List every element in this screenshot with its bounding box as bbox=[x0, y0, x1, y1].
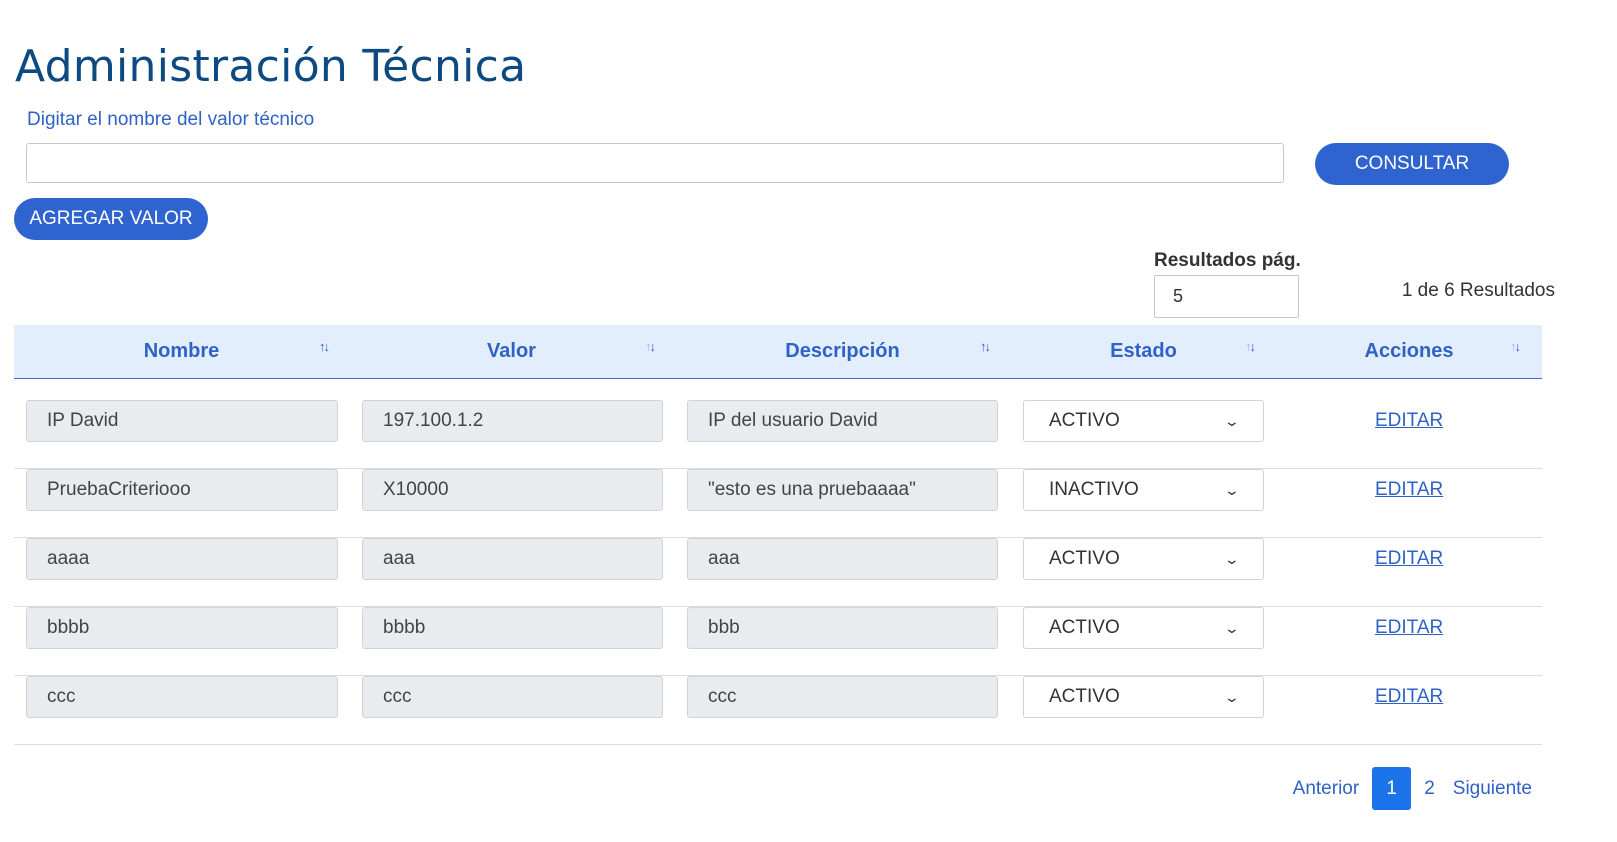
estado-select[interactable]: ACTIVO ⌄ bbox=[1023, 538, 1264, 580]
header-descripcion[interactable]: Descripción bbox=[674, 325, 1011, 378]
table-row: PruebaCriteriooo X10000 "esto es una pru… bbox=[14, 469, 1542, 538]
sort-arrows-icon[interactable]: ↑↓ bbox=[319, 339, 330, 354]
results-per-page-label: Resultados pág. bbox=[1154, 250, 1301, 271]
valor-field: 197.100.1.2 bbox=[362, 400, 663, 442]
nombre-field: bbbb bbox=[26, 607, 338, 649]
nombre-field: aaaa bbox=[26, 538, 338, 580]
chevron-down-icon: ⌄ bbox=[1223, 550, 1241, 567]
estado-value: ACTIVO bbox=[1049, 410, 1120, 431]
pagination: Anterior 1 2 Siguiente bbox=[1284, 767, 1541, 810]
search-input[interactable] bbox=[26, 143, 1284, 183]
estado-value: ACTIVO bbox=[1049, 617, 1120, 638]
chevron-down-icon: ⌄ bbox=[1223, 481, 1241, 498]
editar-link[interactable]: EDITAR bbox=[1375, 410, 1443, 432]
results-per-page-input[interactable] bbox=[1154, 275, 1299, 318]
chevron-down-icon: ⌄ bbox=[1223, 619, 1241, 636]
header-label: Estado bbox=[1110, 340, 1177, 362]
nombre-field: IP David bbox=[26, 400, 338, 442]
table-row: bbbb bbbb bbb ACTIVO ⌄ EDITAR bbox=[14, 607, 1542, 676]
valor-field: ccc bbox=[362, 676, 663, 718]
table-row: aaaa aaa aaa ACTIVO ⌄ EDITAR bbox=[14, 538, 1542, 607]
descripcion-field: IP del usuario David bbox=[687, 400, 998, 442]
valor-field: X10000 bbox=[362, 469, 663, 511]
values-table: Nombre ↑↓ Valor ↑↓ Descripción ↑↓ Estado… bbox=[14, 325, 1542, 745]
table-header: Nombre ↑↓ Valor ↑↓ Descripción ↑↓ Estado… bbox=[14, 325, 1542, 379]
valor-field: bbbb bbox=[362, 607, 663, 649]
chevron-down-icon: ⌄ bbox=[1223, 688, 1241, 705]
page-title: Administración Técnica bbox=[15, 41, 527, 93]
estado-select[interactable]: ACTIVO ⌄ bbox=[1023, 400, 1264, 442]
sort-arrows-icon[interactable]: ↑↓ bbox=[645, 339, 656, 354]
pagination-page-2[interactable]: 2 bbox=[1415, 778, 1444, 800]
editar-link[interactable]: EDITAR bbox=[1375, 548, 1443, 570]
estado-select[interactable]: INACTIVO ⌄ bbox=[1023, 469, 1264, 511]
estado-select[interactable]: ACTIVO ⌄ bbox=[1023, 676, 1264, 718]
estado-value: INACTIVO bbox=[1049, 479, 1139, 500]
nombre-field: ccc bbox=[26, 676, 338, 718]
chevron-down-icon: ⌄ bbox=[1223, 412, 1241, 429]
nombre-field: PruebaCriteriooo bbox=[26, 469, 338, 511]
estado-value: ACTIVO bbox=[1049, 686, 1120, 707]
header-acciones[interactable]: Acciones bbox=[1276, 325, 1542, 378]
estado-value: ACTIVO bbox=[1049, 548, 1120, 569]
table-row: ccc ccc ccc ACTIVO ⌄ EDITAR bbox=[14, 676, 1542, 745]
estado-select[interactable]: ACTIVO ⌄ bbox=[1023, 607, 1264, 649]
header-label: Valor bbox=[487, 340, 536, 362]
table-body: IP David 197.100.1.2 IP del usuario Davi… bbox=[14, 379, 1542, 745]
header-label: Nombre bbox=[143, 340, 220, 362]
editar-link[interactable]: EDITAR bbox=[1375, 617, 1443, 639]
pagination-next[interactable]: Siguiente bbox=[1444, 778, 1541, 800]
agregar-valor-button[interactable]: AGREGAR VALOR bbox=[14, 198, 208, 240]
header-nombre[interactable]: Nombre bbox=[14, 325, 349, 378]
sort-arrows-icon[interactable]: ↑↓ bbox=[1510, 339, 1521, 354]
editar-link[interactable]: EDITAR bbox=[1375, 686, 1443, 708]
search-label: Digitar el nombre del valor técnico bbox=[27, 109, 315, 130]
sort-arrows-icon[interactable]: ↑↓ bbox=[980, 339, 991, 354]
header-label: Descripción bbox=[785, 340, 900, 362]
header-estado[interactable]: Estado bbox=[1011, 325, 1276, 378]
consultar-button[interactable]: CONSULTAR bbox=[1315, 143, 1509, 185]
sort-arrows-icon[interactable]: ↑↓ bbox=[1245, 339, 1256, 354]
valor-field: aaa bbox=[362, 538, 663, 580]
descripcion-field: bbb bbox=[687, 607, 998, 649]
editar-link[interactable]: EDITAR bbox=[1375, 479, 1443, 501]
header-valor[interactable]: Valor bbox=[349, 325, 674, 378]
descripcion-field: "esto es una pruebaaaa" bbox=[687, 469, 998, 511]
results-count: 1 de 6 Resultados bbox=[1401, 280, 1555, 301]
table-row: IP David 197.100.1.2 IP del usuario Davi… bbox=[14, 400, 1542, 469]
descripcion-field: aaa bbox=[687, 538, 998, 580]
header-label: Acciones bbox=[1364, 340, 1454, 362]
pagination-previous[interactable]: Anterior bbox=[1284, 778, 1369, 800]
pagination-page-1[interactable]: 1 bbox=[1372, 767, 1412, 810]
descripcion-field: ccc bbox=[687, 676, 998, 718]
